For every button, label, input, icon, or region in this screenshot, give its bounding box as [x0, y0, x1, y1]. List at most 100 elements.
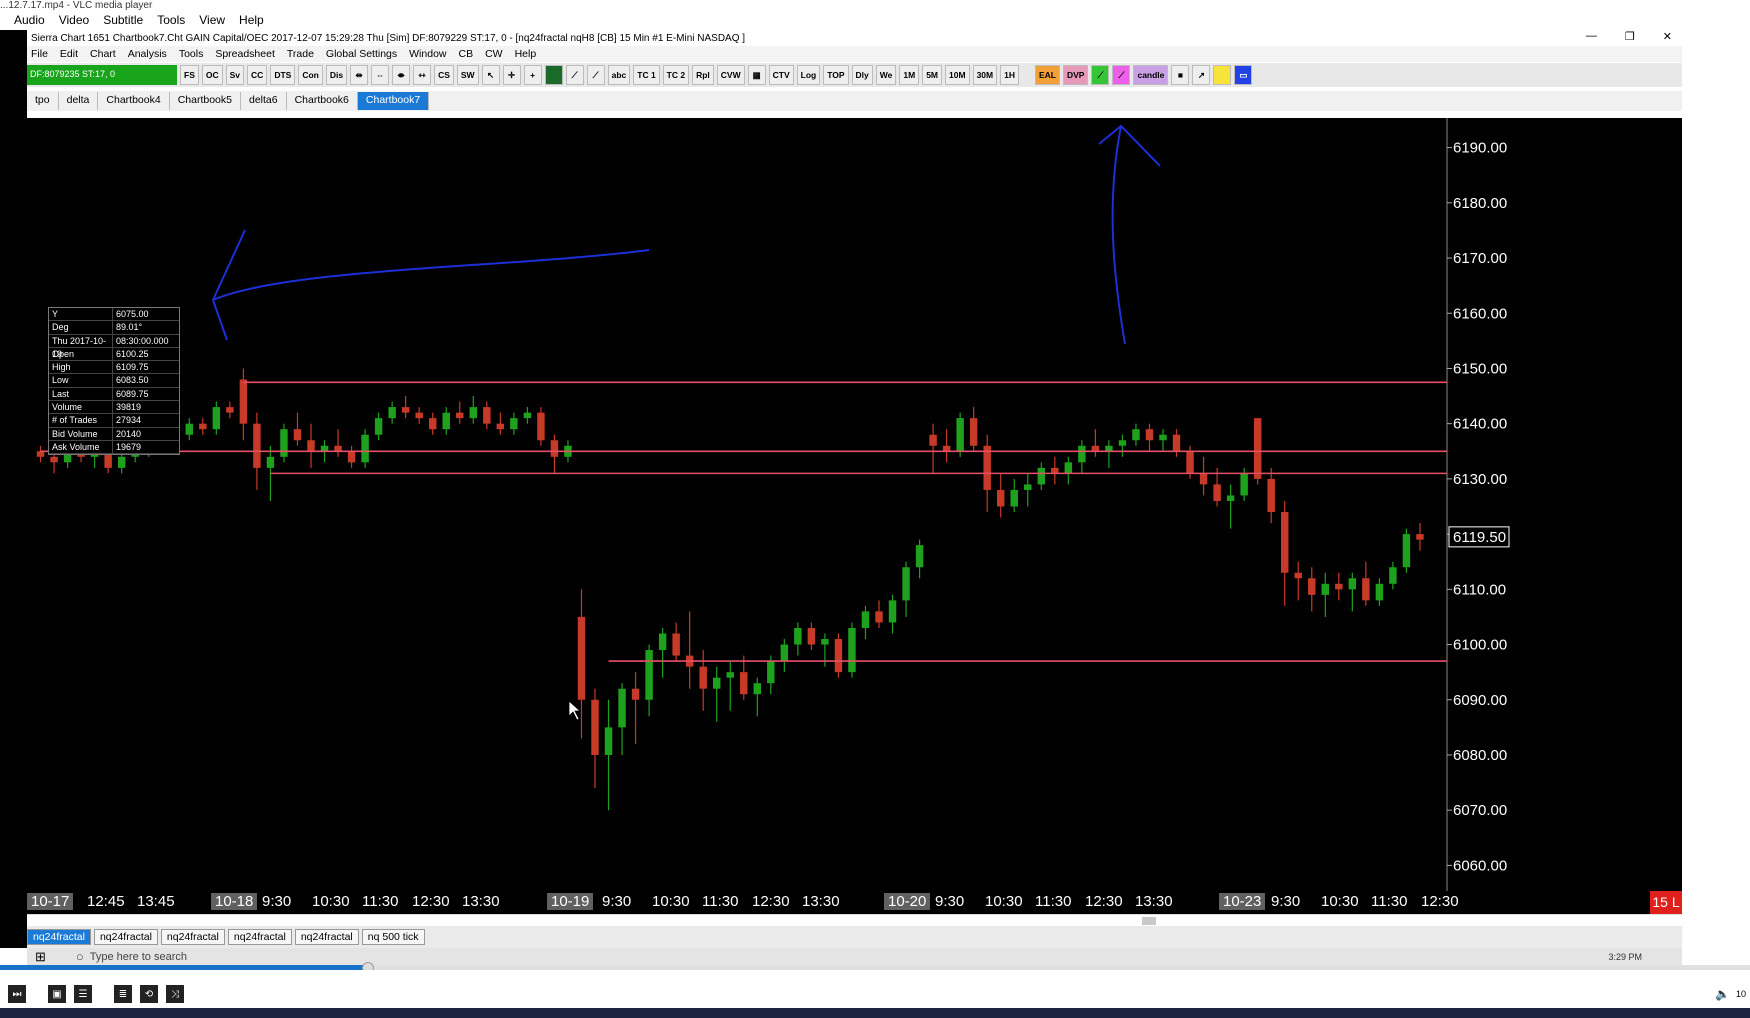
crosshair-small-icon[interactable]: +: [523, 65, 542, 85]
tb-eal[interactable]: EAL: [1034, 65, 1060, 85]
chart-scrollbar[interactable]: [27, 914, 1682, 926]
annotation-arrowhead-left: [212, 229, 246, 341]
tb-10m[interactable]: 10M: [945, 65, 970, 85]
tool-cs-icon[interactable]: CS: [434, 65, 454, 85]
tb-oc[interactable]: OC: [201, 65, 223, 85]
tb-sv[interactable]: Sv: [225, 65, 245, 85]
sc-menu-cw[interactable]: CW: [485, 48, 503, 60]
tb-cvw[interactable]: CVW: [716, 65, 745, 85]
pointer-icon[interactable]: ↖: [481, 65, 500, 85]
scrollbar-thumb[interactable]: [1142, 917, 1156, 925]
tb-cc[interactable]: CC: [247, 65, 268, 85]
windows-start-icon[interactable]: ⊞: [35, 949, 46, 965]
restore-icon[interactable]: ❐: [1625, 30, 1635, 43]
search-placeholder[interactable]: Type here to search: [90, 951, 187, 963]
candle-body: [361, 434, 369, 463]
tb-dts[interactable]: DTS: [270, 65, 296, 85]
arrow-line-icon[interactable]: ↗: [1192, 65, 1211, 85]
sc-menu-window[interactable]: Window: [409, 48, 446, 60]
annotation-arrow-up: [1111, 125, 1126, 345]
vlc-menu-help[interactable]: Help: [239, 13, 264, 27]
tb-dis[interactable]: Dis: [325, 65, 348, 85]
vlc-menu-tools[interactable]: Tools: [157, 13, 185, 27]
tab-chartbook7[interactable]: Chartbook7: [357, 92, 430, 110]
pink-line-icon[interactable]: ⟋: [1112, 65, 1131, 85]
sc-menu-chart[interactable]: Chart: [90, 48, 116, 60]
vlc-menu-audio[interactable]: Audio: [14, 13, 45, 27]
grid-icon[interactable]: ▦: [747, 65, 766, 85]
tb-dvp[interactable]: DVP: [1062, 65, 1089, 85]
next-icon[interactable]: ⏭: [8, 985, 26, 1003]
sc-menu-file[interactable]: File: [31, 48, 48, 60]
y-tick-label: 6110.00: [1453, 581, 1506, 598]
loop-icon[interactable]: ⟲: [140, 985, 158, 1003]
vlc-menu-view[interactable]: View: [199, 13, 225, 27]
sc-menu-cb[interactable]: CB: [459, 48, 474, 60]
tb-fs[interactable]: FS: [180, 65, 199, 85]
sc-menu-trade[interactable]: Trade: [287, 48, 314, 60]
fullscreen-icon[interactable]: ▣: [48, 985, 66, 1003]
line-tool-icon[interactable]: ⟋: [565, 65, 584, 85]
tb-1h[interactable]: 1H: [1000, 65, 1019, 85]
tab-chartbook5[interactable]: Chartbook5: [170, 92, 241, 110]
timeframe-badge[interactable]: 15 L: [1650, 891, 1682, 914]
tb-con[interactable]: Con: [298, 65, 323, 85]
yellow-rect-icon[interactable]: [1213, 65, 1232, 85]
chart-tab-1[interactable]: nq24fractal: [27, 929, 91, 945]
tb-tc1[interactable]: TC 1: [633, 65, 660, 85]
tb-top[interactable]: TOP: [823, 65, 849, 85]
minimize-icon[interactable]: —: [1586, 30, 1597, 43]
tb-tc2[interactable]: TC 2: [662, 65, 690, 85]
ray-tool-icon[interactable]: ⟋: [586, 65, 605, 85]
tb-candle[interactable]: candle: [1133, 65, 1169, 85]
close-icon[interactable]: ✕: [1663, 30, 1672, 43]
tb-rpl[interactable]: Rpl: [692, 65, 714, 85]
vlc-menu-video[interactable]: Video: [59, 13, 89, 27]
sc-menu-help[interactable]: Help: [515, 48, 537, 60]
tb-dly[interactable]: Dly: [851, 65, 873, 85]
tool-cursor-icon[interactable]: ⇹: [350, 65, 369, 85]
crosshair-icon[interactable]: ✛: [502, 65, 521, 85]
chart-tab-2[interactable]: nq24fractal: [93, 929, 158, 945]
chart-tab-3[interactable]: nq24fractal: [160, 929, 225, 945]
sc-menu-spreadsheet[interactable]: Spreadsheet: [215, 48, 275, 60]
x-time-label: 10:30: [1321, 893, 1359, 910]
square-icon[interactable]: ■: [1171, 65, 1190, 85]
tb-30m[interactable]: 30M: [972, 65, 998, 85]
green-line-icon[interactable]: ⟋: [1091, 65, 1110, 85]
tb-we[interactable]: We: [875, 65, 897, 85]
tab-delta6[interactable]: delta6: [241, 92, 287, 110]
tab-chartbook6[interactable]: Chartbook6: [287, 92, 358, 110]
tool-zoom-icon[interactable]: ⇔: [371, 65, 390, 85]
tb-ctv[interactable]: CTV: [768, 65, 794, 85]
df-status: DF:8079235 ST:17, 0: [27, 65, 177, 85]
sc-menu-tools[interactable]: Tools: [179, 48, 204, 60]
tool-scale-icon[interactable]: ⇿: [413, 65, 432, 85]
price-chart[interactable]: 6190.00 6180.00 6170.00 6160.00 6150.00 6140.…: [27, 118, 1682, 891]
tab-tpo[interactable]: tpo: [27, 92, 59, 110]
chart-tab-5[interactable]: nq24fractal: [294, 929, 359, 945]
tb-log[interactable]: Log: [796, 65, 821, 85]
playlist-icon[interactable]: ≣: [114, 985, 132, 1003]
candle-body: [794, 627, 802, 645]
tool-pan-icon[interactable]: ⇼: [392, 65, 411, 85]
vlc-menu-subtitle[interactable]: Subtitle: [103, 13, 143, 27]
volume-icon[interactable]: 🔈: [1715, 987, 1730, 1001]
chart-canvas[interactable]: 6190.00 6180.00 6170.00 6160.00 6150.00 6140.…: [27, 118, 1682, 891]
tab-chartbook4[interactable]: Chartbook4: [98, 92, 170, 110]
shuffle-icon[interactable]: ⤨: [166, 985, 184, 1003]
extended-settings-icon[interactable]: ☰: [74, 985, 92, 1003]
sc-menu-global-settings[interactable]: Global Settings: [326, 48, 397, 60]
chart-tab-4[interactable]: nq24fractal: [227, 929, 292, 945]
blue-rect-icon[interactable]: ▭: [1234, 65, 1253, 85]
tb-1m[interactable]: 1M: [899, 65, 920, 85]
tb-5m[interactable]: 5M: [922, 65, 943, 85]
fill-color-icon[interactable]: [544, 65, 563, 85]
sc-menu-edit[interactable]: Edit: [60, 48, 78, 60]
sc-menu-analysis[interactable]: Analysis: [128, 48, 167, 60]
tb-sw[interactable]: SW: [456, 65, 479, 85]
tab-delta[interactable]: delta: [59, 92, 99, 110]
tb-abc[interactable]: abc: [607, 65, 631, 85]
taskbar-search[interactable]: ○ Type here to search: [76, 949, 187, 964]
chart-tab-6[interactable]: nq 500 tick: [361, 929, 425, 945]
